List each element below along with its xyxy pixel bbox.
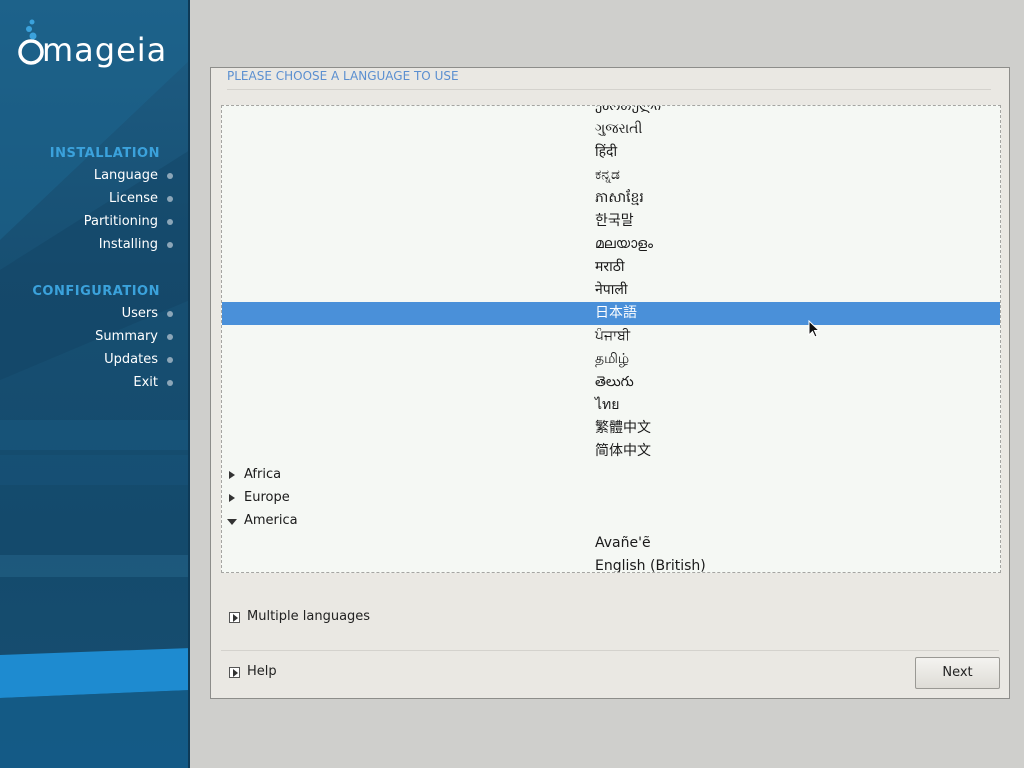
language-option[interactable]: മലയാളം xyxy=(222,233,1000,256)
language-option[interactable]: 한국말 xyxy=(222,210,1000,233)
installation-section-title: INSTALLATION xyxy=(49,146,160,161)
language-option[interactable]: ਪੰਜਾਬੀ xyxy=(222,325,1000,348)
step-dot-icon xyxy=(167,173,173,179)
mouse-pointer-icon xyxy=(808,320,821,338)
next-button[interactable]: Next xyxy=(915,657,1000,689)
language-option[interactable]: ភាសាខ្មែរ xyxy=(222,187,1000,210)
language-dialog: PLEASE CHOOSE A LANGUAGE TO USE ქართული … xyxy=(210,67,1010,699)
expand-arrow-icon[interactable] xyxy=(229,494,235,502)
dialog-title: PLEASE CHOOSE A LANGUAGE TO USE xyxy=(227,69,459,83)
multiple-languages-expander-icon[interactable] xyxy=(229,612,240,623)
step-dot-icon xyxy=(167,357,173,363)
help-expander-icon[interactable] xyxy=(229,667,240,678)
language-option[interactable]: 简体中文 xyxy=(222,440,1000,463)
help-toggle[interactable]: Help xyxy=(247,664,277,679)
mageia-logo: mageia xyxy=(14,16,184,76)
language-list[interactable]: ქართული ગુજરાતી हिंदी ಕನ್ನಡ ភាសាខ្មែរ 한국… xyxy=(221,105,1001,573)
step-dot-icon xyxy=(167,196,173,202)
region-row-africa[interactable]: Africa xyxy=(222,463,1000,486)
region-row-europe[interactable]: Europe xyxy=(222,486,1000,509)
language-option[interactable]: मराठी xyxy=(222,256,1000,279)
language-option[interactable]: 繁體中文 xyxy=(222,417,1000,440)
sidebar-item-license: License xyxy=(108,191,158,206)
step-dot-icon xyxy=(167,311,173,317)
sidebar-item-installing: Installing xyxy=(98,237,158,252)
language-option[interactable]: English (British) xyxy=(222,555,1000,572)
region-row-america[interactable]: America xyxy=(222,509,1000,532)
step-dot-icon xyxy=(167,334,173,340)
expand-arrow-icon[interactable] xyxy=(229,471,235,479)
language-option[interactable]: ಕನ್ನಡ xyxy=(222,164,1000,187)
language-option[interactable]: తెలుగు xyxy=(222,371,1000,394)
language-option[interactable]: नेपाली xyxy=(222,279,1000,302)
step-dot-icon xyxy=(167,219,173,225)
language-option[interactable]: ગુજરાતી xyxy=(222,118,1000,141)
sidebar-item-language: Language xyxy=(93,168,158,183)
configuration-section-title: CONFIGURATION xyxy=(32,284,160,299)
sidebar-item-summary: Summary xyxy=(95,329,158,344)
collapse-arrow-icon[interactable] xyxy=(227,519,237,525)
step-dot-icon xyxy=(167,242,173,248)
sidebar-item-partitioning: Partitioning xyxy=(83,214,158,229)
sidebar-item-updates: Updates xyxy=(104,352,158,367)
language-option[interactable]: ქართული xyxy=(222,106,1000,118)
language-option[interactable]: ไทย xyxy=(222,394,1000,417)
installer-sidebar: mageia INSTALLATION Language License Par… xyxy=(0,0,190,768)
sidebar-item-exit: Exit xyxy=(133,375,158,390)
bottom-divider xyxy=(221,650,999,651)
multiple-languages-toggle[interactable]: Multiple languages xyxy=(247,609,370,624)
sidebar-item-users: Users xyxy=(121,306,158,321)
title-divider xyxy=(227,89,991,90)
language-option-selected[interactable]: 日本語 xyxy=(222,302,1000,325)
language-option[interactable]: Avañe'ẽ xyxy=(222,532,1000,555)
mageia-wordmark: mageia xyxy=(42,31,168,69)
language-option[interactable]: தமிழ் xyxy=(222,348,1000,371)
sidebar-background-decoration xyxy=(0,0,188,768)
language-option[interactable]: हिंदी xyxy=(222,141,1000,164)
step-dot-icon xyxy=(167,380,173,386)
